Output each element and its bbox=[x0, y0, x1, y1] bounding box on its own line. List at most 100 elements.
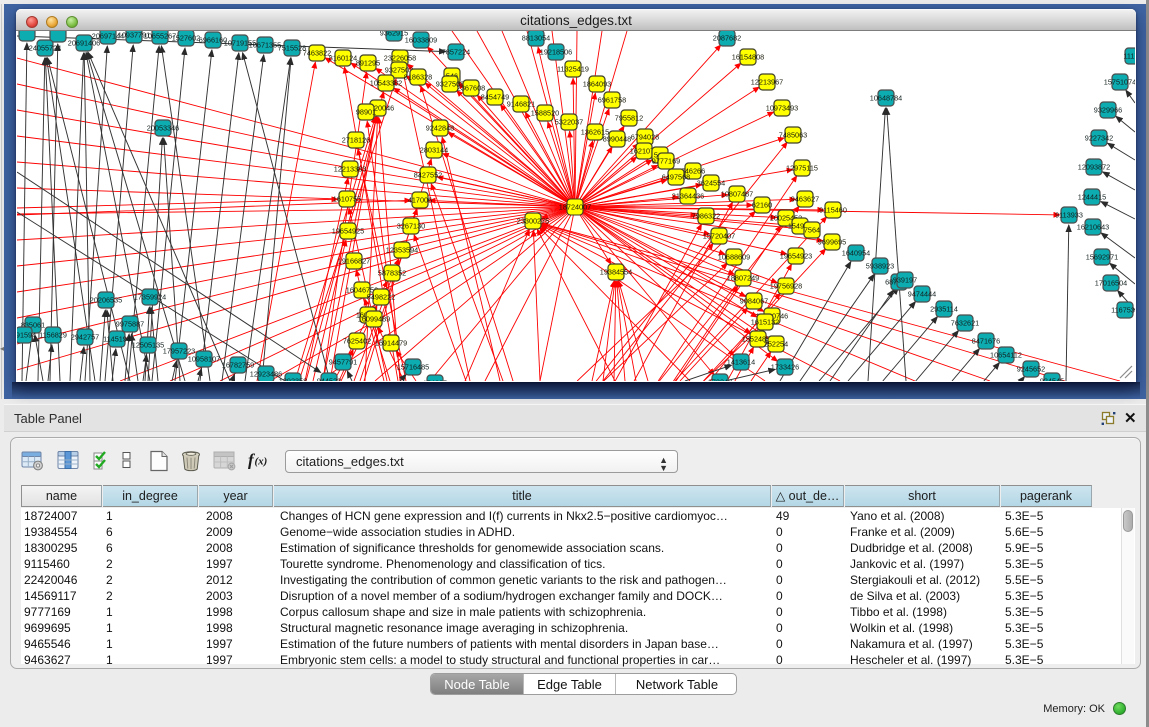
svg-text:173342: 173342 bbox=[708, 377, 732, 381]
svg-text:9457791: 9457791 bbox=[329, 357, 357, 366]
svg-text:10654112: 10654112 bbox=[990, 350, 1022, 359]
svg-text:924545: 924545 bbox=[1040, 376, 1064, 381]
svg-text:9084067: 9084067 bbox=[740, 296, 768, 305]
svg-text:7485063: 7485063 bbox=[779, 130, 807, 139]
svg-text:6961758: 6961758 bbox=[598, 95, 626, 104]
svg-text:18807249: 18807249 bbox=[727, 273, 759, 282]
svg-text:16099489: 16099489 bbox=[358, 314, 390, 323]
svg-text:9463627: 9463627 bbox=[791, 194, 819, 203]
svg-text:10671355: 10671355 bbox=[249, 40, 281, 49]
svg-text:5878352: 5878352 bbox=[378, 268, 406, 277]
svg-text:12923486: 12923486 bbox=[250, 369, 282, 378]
svg-text:9113933: 9113933 bbox=[1055, 210, 1083, 219]
svg-text:19166827: 19166827 bbox=[338, 256, 370, 265]
svg-text:891295: 891295 bbox=[356, 58, 380, 67]
svg-text:9245652: 9245652 bbox=[1017, 364, 1045, 373]
svg-text:8990448: 8990448 bbox=[603, 134, 631, 143]
svg-text:12213383: 12213383 bbox=[334, 164, 366, 173]
svg-text:10543382: 10543382 bbox=[370, 78, 402, 87]
svg-text:417006: 417006 bbox=[408, 195, 432, 204]
svg-text:17359924: 17359924 bbox=[134, 292, 166, 301]
svg-text:23300275: 23300275 bbox=[517, 216, 549, 225]
svg-text:2935114: 2935114 bbox=[930, 304, 958, 313]
svg-text:252254: 252254 bbox=[764, 339, 788, 348]
svg-text:1413614: 1413614 bbox=[727, 357, 755, 366]
svg-text:1588520: 1588520 bbox=[531, 108, 559, 117]
svg-text:10688609: 10688609 bbox=[718, 252, 750, 261]
svg-text:21364436: 21364436 bbox=[672, 191, 704, 200]
svg-text:9975887: 9975887 bbox=[116, 319, 144, 328]
svg-text:62160: 62160 bbox=[752, 200, 772, 209]
svg-text:6497568: 6497568 bbox=[662, 172, 690, 181]
svg-text:1733426: 1733426 bbox=[771, 362, 799, 371]
svg-text:16033809: 16033809 bbox=[405, 35, 437, 44]
svg-text:7463822: 7463822 bbox=[303, 48, 331, 57]
svg-text:1145194: 1145194 bbox=[103, 334, 131, 343]
svg-text:19756928: 19756928 bbox=[770, 281, 802, 290]
svg-text:19384554: 19384554 bbox=[600, 267, 632, 276]
svg-text:7955812: 7955812 bbox=[615, 113, 643, 122]
svg-text:391594: 391594 bbox=[17, 330, 36, 339]
svg-text:19218506: 19218506 bbox=[540, 47, 572, 56]
svg-text:17016504: 17016504 bbox=[1095, 278, 1127, 287]
svg-text:2942757: 2942757 bbox=[71, 332, 99, 341]
svg-text:9242848: 9242848 bbox=[426, 123, 454, 132]
svg-text:2718126: 2718126 bbox=[342, 135, 370, 144]
svg-text:12505135: 12505135 bbox=[132, 340, 164, 349]
svg-text:9146821: 9146821 bbox=[507, 99, 535, 108]
svg-text:15716485: 15716485 bbox=[397, 362, 429, 371]
svg-text:1292358: 1292358 bbox=[279, 376, 307, 381]
svg-text:9699695: 9699695 bbox=[818, 237, 846, 246]
svg-text:9227342: 9227342 bbox=[1085, 133, 1113, 142]
svg-text:1610755: 1610755 bbox=[333, 194, 361, 203]
svg-text:1156829: 1156829 bbox=[39, 330, 67, 339]
svg-text:7857224: 7857224 bbox=[442, 47, 470, 56]
svg-text:19654923: 19654923 bbox=[780, 251, 812, 260]
svg-text:11172: 11172 bbox=[1123, 51, 1135, 60]
svg-text:12975115: 12975115 bbox=[786, 163, 818, 172]
svg-text:2087682: 2087682 bbox=[713, 33, 741, 42]
svg-text:15751074: 15751074 bbox=[1104, 77, 1135, 86]
svg-text:9777169: 9777169 bbox=[652, 156, 680, 165]
svg-text:15720407: 15720407 bbox=[703, 231, 735, 240]
svg-text:7986322: 7986322 bbox=[692, 211, 720, 220]
svg-text:2367608: 2367608 bbox=[457, 83, 485, 92]
svg-text:20053346: 20053346 bbox=[147, 123, 179, 132]
svg-text:1527602: 1527602 bbox=[172, 33, 200, 42]
svg-text:5498222: 5498222 bbox=[367, 292, 395, 301]
svg-text:5938923: 5938923 bbox=[866, 261, 894, 270]
svg-text:18724007: 18724007 bbox=[559, 202, 591, 211]
svg-text:1167534: 1167534 bbox=[1111, 305, 1135, 314]
svg-text:6794028: 6794028 bbox=[631, 132, 659, 141]
svg-text:11325419: 11325419 bbox=[557, 64, 589, 73]
svg-text:15692971: 15692971 bbox=[1086, 252, 1118, 261]
svg-text:(x): (x) bbox=[255, 456, 268, 468]
svg-text:10648784: 10648784 bbox=[870, 93, 902, 102]
svg-text:8454749: 8454749 bbox=[481, 92, 509, 101]
svg-text:3624554: 3624554 bbox=[697, 178, 725, 187]
svg-text:98901: 98901 bbox=[356, 107, 376, 116]
svg-text:10807487: 10807487 bbox=[721, 189, 753, 198]
svg-text:16914479: 16914479 bbox=[375, 338, 407, 347]
svg-text:7564: 7564 bbox=[804, 225, 820, 234]
svg-text:20206535: 20206535 bbox=[90, 295, 122, 304]
svg-text:9329966: 9329966 bbox=[1094, 105, 1122, 114]
svg-text:939197: 939197 bbox=[893, 275, 917, 284]
svg-text:23226058: 23226058 bbox=[384, 53, 416, 62]
svg-text:12213967: 12213967 bbox=[751, 77, 783, 86]
svg-text:2803144: 2803144 bbox=[420, 145, 448, 154]
svg-text:1244415: 1244415 bbox=[1078, 192, 1106, 201]
svg-text:9474444: 9474444 bbox=[908, 289, 936, 298]
svg-text:8471676: 8471676 bbox=[972, 336, 1000, 345]
svg-text:12353594: 12353594 bbox=[386, 245, 418, 254]
svg-text:16782759: 16782759 bbox=[222, 360, 254, 369]
svg-text:8813054: 8813054 bbox=[522, 33, 550, 42]
svg-text:5322037: 5322037 bbox=[555, 117, 583, 126]
svg-text:1640954: 1640954 bbox=[842, 248, 870, 257]
svg-text:944523: 944523 bbox=[317, 376, 341, 381]
svg-text:12093872: 12093872 bbox=[1078, 162, 1110, 171]
svg-text:8160124: 8160124 bbox=[329, 53, 357, 62]
svg-text:10973493: 10973493 bbox=[766, 103, 798, 112]
svg-text:8427552: 8427552 bbox=[414, 170, 442, 179]
svg-text:1615132: 1615132 bbox=[751, 317, 779, 326]
